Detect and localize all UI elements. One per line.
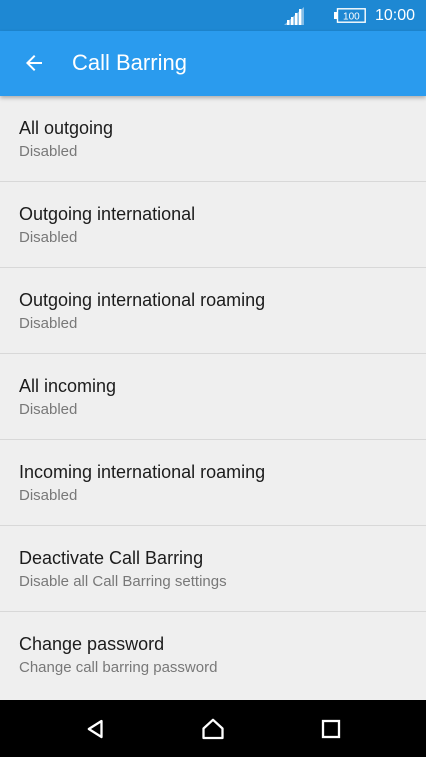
signal-icon bbox=[284, 7, 304, 25]
setting-item-incoming-international-roaming[interactable]: Incoming international roaming Disabled bbox=[0, 440, 426, 526]
setting-item-all-incoming[interactable]: All incoming Disabled bbox=[0, 354, 426, 440]
nav-home-icon bbox=[202, 718, 224, 740]
navigation-bar bbox=[0, 700, 426, 757]
setting-title: Incoming international roaming bbox=[19, 462, 266, 482]
setting-subtitle: Disabled bbox=[19, 487, 78, 504]
nav-back-icon bbox=[87, 719, 103, 739]
setting-item-all-outgoing[interactable]: All outgoing Disabled bbox=[0, 96, 426, 182]
status-bar: 100 10:00 bbox=[0, 0, 426, 31]
setting-item-deactivate-call-barring[interactable]: Deactivate Call Barring Disable all Call… bbox=[0, 526, 426, 612]
battery-icon: 100 bbox=[334, 8, 366, 23]
page-title: Call Barring bbox=[72, 50, 187, 75]
nav-back-button[interactable] bbox=[74, 708, 116, 750]
back-button[interactable] bbox=[12, 41, 56, 85]
battery-level-text: 100 bbox=[343, 11, 360, 22]
nav-recents-icon bbox=[321, 719, 341, 739]
setting-item-outgoing-international[interactable]: Outgoing international Disabled bbox=[0, 182, 426, 268]
app-bar: Call Barring bbox=[0, 31, 426, 96]
setting-subtitle: Disabled bbox=[19, 229, 78, 246]
nav-recents-button[interactable] bbox=[310, 708, 352, 750]
setting-subtitle: Disabled bbox=[19, 143, 78, 160]
setting-subtitle: Disable all Call Barring settings bbox=[19, 573, 227, 590]
setting-title: Deactivate Call Barring bbox=[19, 548, 204, 568]
phone-screen: 100 10:00 Call Barring All outgoing Disa… bbox=[0, 0, 426, 757]
setting-title: All incoming bbox=[19, 376, 117, 396]
arrow-back-icon bbox=[26, 55, 42, 71]
setting-item-change-password[interactable]: Change password Change call barring pass… bbox=[0, 612, 426, 699]
setting-subtitle: Change call barring password bbox=[19, 659, 218, 676]
settings-list: All outgoing Disabled Outgoing internati… bbox=[0, 96, 426, 700]
setting-item-outgoing-international-roaming[interactable]: Outgoing international roaming Disabled bbox=[0, 268, 426, 354]
setting-subtitle: Disabled bbox=[19, 315, 78, 332]
nav-home-button[interactable] bbox=[192, 708, 234, 750]
clock: 10:00 bbox=[375, 7, 416, 24]
setting-title: Outgoing international bbox=[19, 204, 196, 224]
setting-title: All outgoing bbox=[19, 118, 114, 138]
setting-title: Change password bbox=[19, 634, 165, 654]
setting-subtitle: Disabled bbox=[19, 401, 78, 418]
setting-title: Outgoing international roaming bbox=[19, 290, 266, 310]
